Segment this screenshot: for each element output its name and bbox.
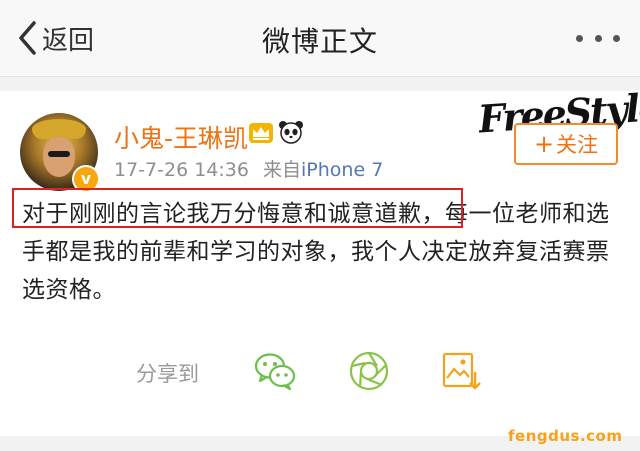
post-timestamp: 17-7-26 14:36	[114, 159, 249, 181]
share-label: 分享到	[136, 362, 199, 386]
more-dot-icon	[576, 34, 583, 42]
moments-icon[interactable]	[346, 348, 392, 394]
source-label: 来自	[263, 159, 302, 181]
username-link[interactable]: 小鬼-王琳凯	[114, 119, 248, 155]
post-meta: 17-7-26 14:36 来自iPhone 7	[114, 155, 383, 182]
section-divider	[0, 77, 640, 91]
post-card: FreeStyle v 小鬼-王琳凯 17-7-26 14:36 来自iPhon…	[0, 85, 640, 436]
crown-member-icon	[249, 123, 273, 143]
wechat-icon[interactable]	[252, 348, 298, 394]
more-options-button[interactable]	[576, 30, 620, 46]
source-device-link[interactable]: iPhone 7	[301, 159, 383, 181]
more-dot-icon	[594, 34, 602, 42]
avatar-headpiece	[32, 119, 86, 139]
plus-icon: +	[533, 130, 555, 158]
save-image-icon[interactable]	[438, 348, 484, 394]
page-title: 微博正文	[261, 25, 378, 58]
site-watermark: fengdus.com	[508, 427, 623, 445]
avatar-eyes	[48, 151, 70, 157]
top-nav-bar: 返回 微博正文	[0, 0, 640, 77]
more-dot-icon	[613, 34, 620, 42]
panda-icon	[279, 121, 303, 144]
follow-label: 关注	[556, 133, 599, 157]
follow-button[interactable]: + 关注	[514, 123, 618, 165]
avatar-face	[43, 137, 75, 177]
share-bar: 分享到	[0, 346, 640, 396]
red-highlight-box	[12, 188, 463, 228]
